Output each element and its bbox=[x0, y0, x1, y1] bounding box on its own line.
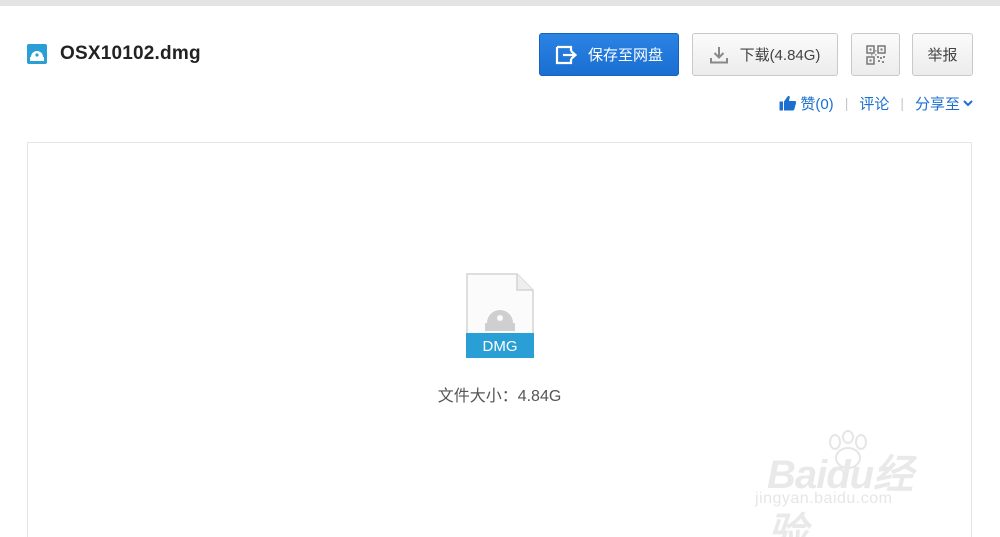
thumbs-up-icon bbox=[779, 95, 797, 111]
comment-link[interactable]: 评论 bbox=[859, 93, 889, 114]
action-separator: | bbox=[844, 95, 849, 111]
save-button-label: 保存至网盘 bbox=[587, 47, 663, 64]
dmg-type-label: DMG bbox=[483, 338, 518, 355]
share-link[interactable]: 分享至 bbox=[915, 93, 973, 114]
report-button[interactable]: 举报 bbox=[912, 33, 973, 76]
download-icon bbox=[709, 46, 728, 63]
save-arrow-icon bbox=[555, 45, 577, 64]
like-label: 赞(0) bbox=[800, 95, 834, 113]
download-button[interactable]: 下载(4.84G) bbox=[692, 33, 838, 76]
file-name: OSX10102.dmg bbox=[60, 43, 201, 64]
share-label: 分享至 bbox=[914, 95, 960, 113]
file-header: OSX10102.dmg bbox=[27, 42, 201, 66]
baidu-jingyan-watermark: Baidu经验 jingyan.baidu.com bbox=[755, 428, 945, 537]
top-border-strip bbox=[0, 0, 1000, 6]
watermark-url: jingyan.baidu.com bbox=[755, 490, 893, 507]
like-link[interactable]: 赞(0) bbox=[779, 93, 834, 114]
qr-code-button[interactable] bbox=[851, 33, 900, 76]
save-to-netdisk-button[interactable]: 保存至网盘 bbox=[539, 33, 679, 76]
action-separator: | bbox=[900, 95, 904, 111]
file-size-text: 文件大小：4.84G bbox=[437, 388, 562, 405]
disk-image-icon bbox=[27, 44, 47, 64]
social-actions: 赞(0) | 评论 | 分享至 bbox=[779, 93, 973, 113]
qr-code-icon bbox=[865, 44, 886, 65]
download-button-label: 下载(4.84G) bbox=[739, 47, 821, 64]
chevron-down-icon bbox=[963, 100, 973, 107]
report-button-label: 举报 bbox=[927, 47, 958, 64]
dmg-file-icon: DMG bbox=[466, 273, 534, 358]
